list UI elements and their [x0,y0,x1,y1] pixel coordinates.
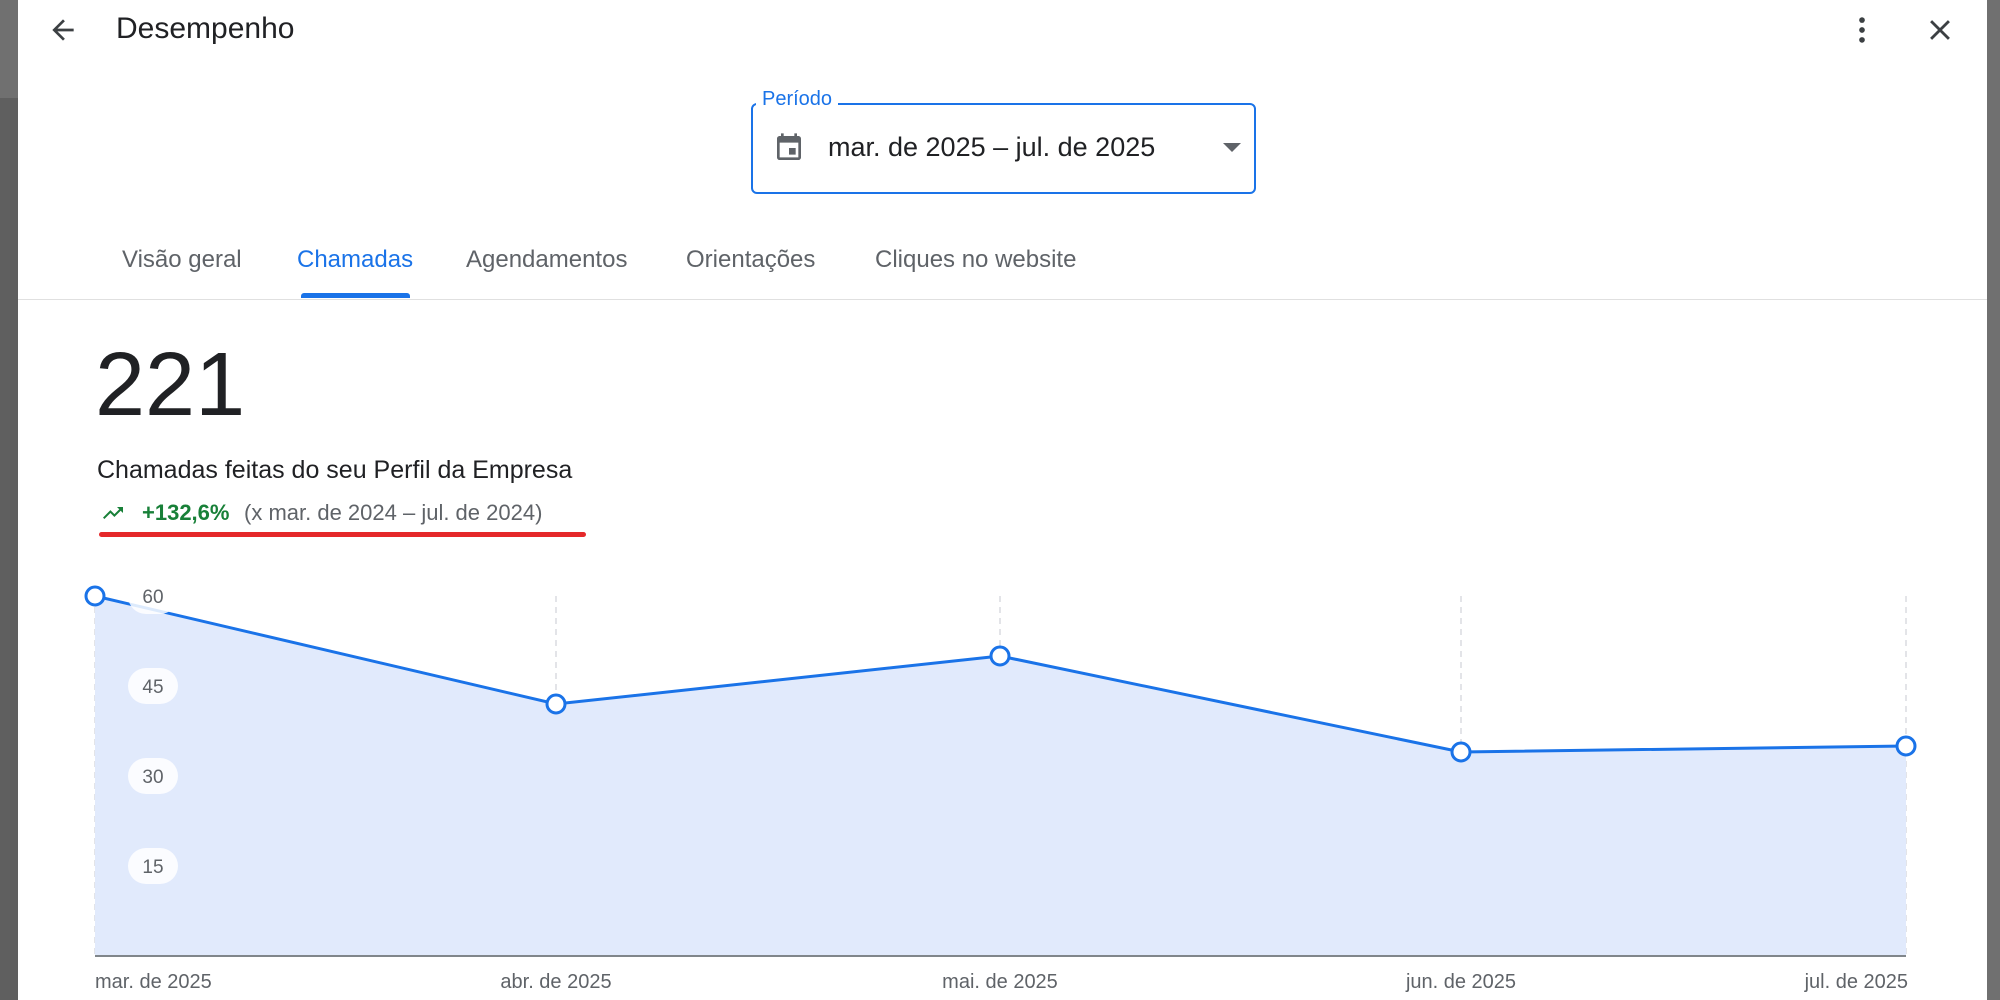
close-icon [1930,20,1950,40]
data-point [1450,741,1472,763]
calendar-icon [777,133,801,160]
background-overlay [0,98,18,1000]
metric-description: Chamadas feitas do seu Perfil da Empresa [97,456,573,484]
tab-orientacoes[interactable]: Orientações [686,246,815,274]
total-calls-value: 221 [95,335,246,435]
page-title: Desempenho [116,12,295,45]
data-point [1895,735,1917,757]
comparison-period: (x mar. de 2024 – jul. de 2024) [244,500,543,525]
annotation-underline [99,532,586,537]
period-value: mar. de 2025 – jul. de 2025 [828,132,1156,162]
close-button[interactable] [1918,8,1962,52]
calls-area-chart: 15 30 45 60 mar. de 2025 abr. de 2025 mai. de … [84,578,1917,993]
x-tick-label: jun. de 2025 [1405,971,1516,993]
active-tab-indicator [301,293,410,298]
back-button[interactable] [41,8,85,52]
x-tick-label: abr. de 2025 [500,971,611,993]
x-tick-label: mar. de 2025 [95,971,212,993]
more-options-button[interactable] [1840,8,1884,52]
tabs-divider [18,299,1987,300]
change-percentage: +132,6% [142,500,230,525]
y-tick-label: 45 [142,677,163,698]
arrow-back-icon [52,19,74,41]
x-tick-label: jul. de 2025 [1804,971,1908,993]
tab-cliques-no-website[interactable]: Cliques no website [875,246,1076,274]
more-vert-icon [1859,17,1865,43]
tab-agendamentos[interactable]: Agendamentos [466,246,627,274]
tab-visao-geral[interactable]: Visão geral [122,246,242,274]
data-point [84,585,106,607]
performance-panel: Desempenho Período mar. de 2025 – jul. d… [18,0,1987,1000]
data-point [545,693,567,715]
trending-up-icon [103,507,123,519]
y-tick-label: 60 [142,587,163,608]
tab-chamadas[interactable]: Chamadas [297,246,413,274]
dropdown-arrow-icon [1223,143,1241,152]
data-point [989,645,1011,667]
y-tick-label: 15 [142,857,163,878]
x-tick-label: mai. de 2025 [942,971,1058,993]
y-tick-label: 30 [142,767,163,788]
period-label: Período [756,88,839,111]
